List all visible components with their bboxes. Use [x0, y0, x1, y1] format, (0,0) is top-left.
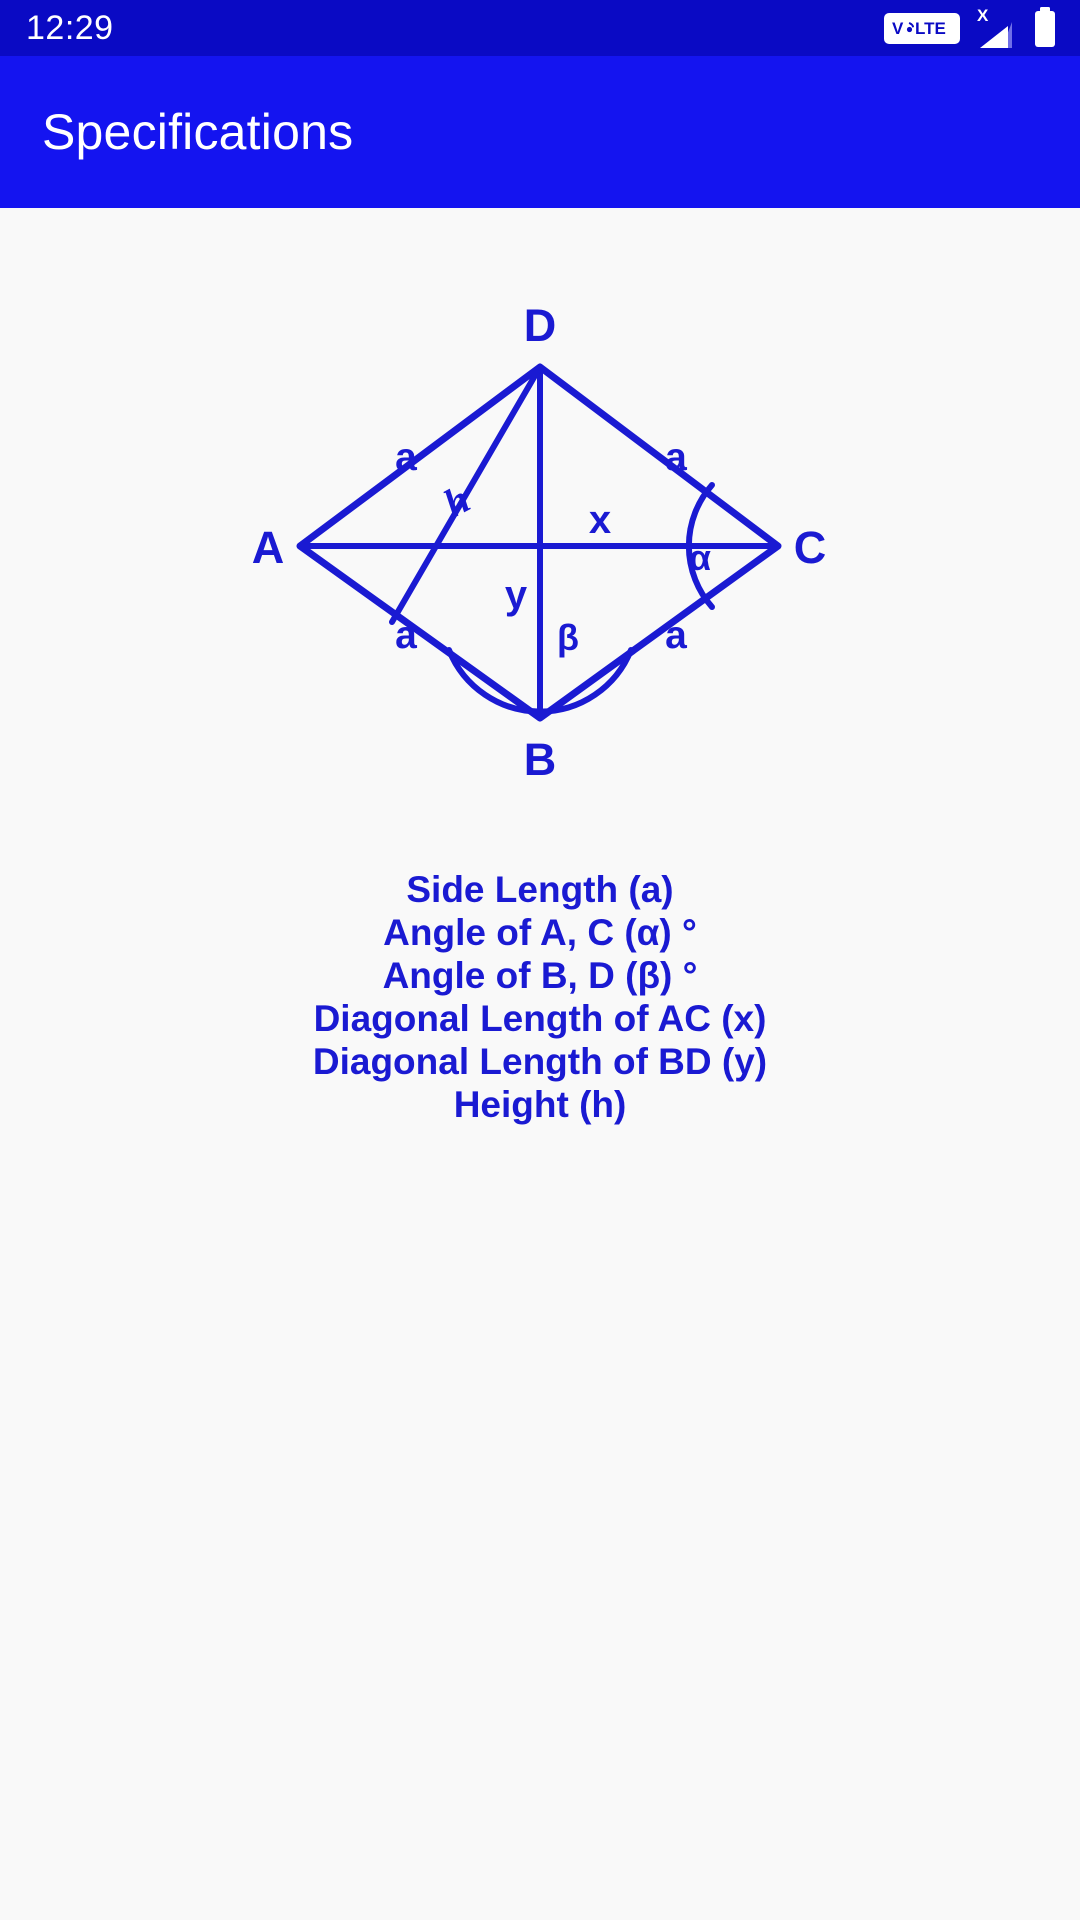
- vertex-label-c: C: [794, 522, 827, 573]
- vertex-label-d: D: [524, 300, 557, 351]
- side-label-bc: a: [665, 614, 687, 657]
- angle-label-alpha: α: [689, 537, 711, 578]
- spec-item-height[interactable]: Height (h): [454, 1083, 627, 1126]
- spec-item-side-length[interactable]: Side Length (a): [406, 868, 673, 911]
- spec-item-angle-ac[interactable]: Angle of A, C (α) °: [383, 911, 697, 954]
- side-label-dc: a: [665, 436, 687, 479]
- diagonal-label-x: x: [589, 498, 611, 542]
- battery-icon: [1032, 6, 1058, 50]
- side-label-ab: a: [395, 614, 417, 657]
- svg-text:V: V: [892, 19, 904, 38]
- svg-text:X: X: [977, 6, 989, 25]
- rhombus-diagram: D A C B a a a a x y α β h: [0, 208, 1080, 808]
- side-label-ad: a: [395, 436, 417, 479]
- vertex-label-b: B: [524, 734, 557, 785]
- specifications-list: Side Length (a) Angle of A, C (α) ° Angl…: [0, 868, 1080, 1126]
- content-area: D A C B a a a a x y α β h Side Length (a…: [0, 208, 1080, 1920]
- svg-text:LTE: LTE: [915, 19, 946, 38]
- vertex-label-a: A: [252, 522, 285, 573]
- diagonal-label-y: y: [505, 573, 528, 617]
- status-bar-clock: 12:29: [26, 9, 114, 47]
- spec-item-diagonal-bd[interactable]: Diagonal Length of BD (y): [313, 1040, 767, 1083]
- app-bar: Specifications: [0, 56, 1080, 208]
- status-bar-icons: V LTE X: [884, 0, 1058, 56]
- signal-bars-icon: X: [974, 6, 1018, 50]
- page-title: Specifications: [42, 104, 354, 160]
- spec-item-angle-bd[interactable]: Angle of B, D (β) °: [383, 954, 698, 997]
- spec-item-diagonal-ac[interactable]: Diagonal Length of AC (x): [314, 997, 767, 1040]
- phone-screen: 12:29 V LTE X Specifications D A C B a a…: [0, 0, 1080, 1920]
- volte-icon: V LTE: [884, 12, 960, 44]
- status-bar: 12:29 V LTE X: [0, 0, 1080, 56]
- angle-label-beta: β: [557, 617, 579, 658]
